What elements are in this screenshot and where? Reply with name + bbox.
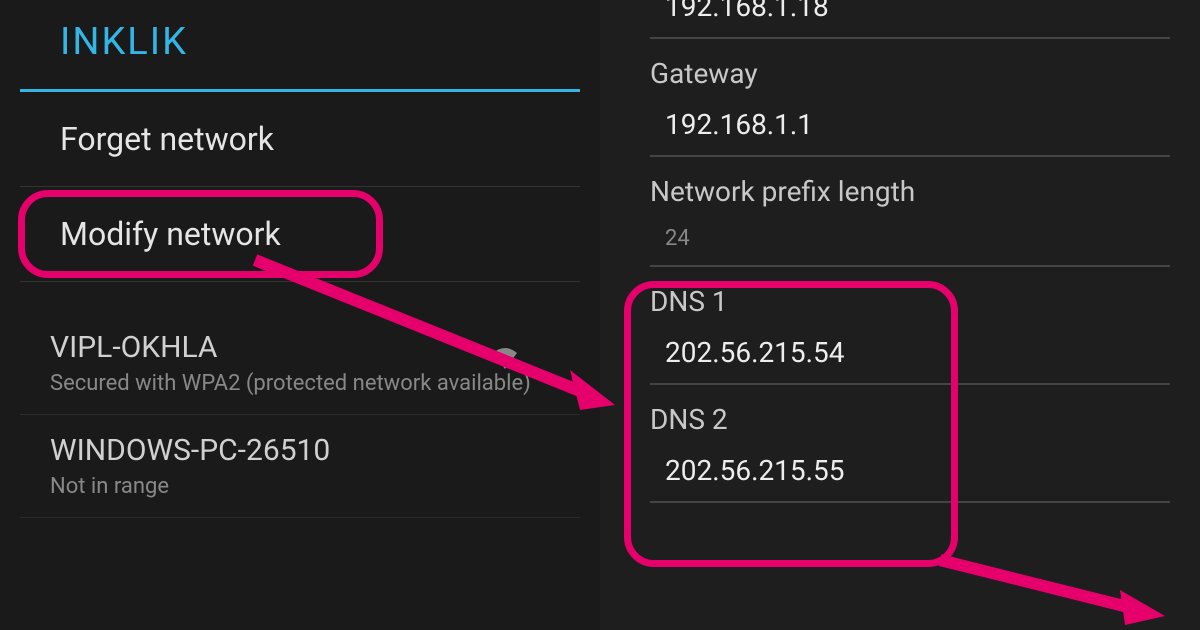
dns1-input[interactable]: 202.56.215.54 (650, 326, 1170, 385)
wifi-status: Not in range (50, 474, 550, 499)
modify-network-item[interactable]: Modify network (20, 187, 580, 282)
gateway-field: Gateway 192.168.1.1 (650, 57, 1170, 157)
selected-network-name: INKLIK (20, 0, 580, 92)
prefix-length-input[interactable]: 24 (650, 216, 1170, 267)
prefix-length-field: Network prefix length 24 (650, 175, 1170, 267)
forget-network-label: Forget network (60, 120, 274, 158)
ip-settings-panel: 192.168.1.18 Gateway 192.168.1.1 Network… (600, 0, 1200, 630)
gateway-label: Gateway (650, 57, 1170, 90)
wifi-list-item[interactable]: VIPL-OKHLA Secured with WPA2 (protected … (20, 312, 580, 415)
wifi-signal-icon (490, 347, 520, 375)
gateway-input[interactable]: 192.168.1.1 (650, 98, 1170, 157)
wifi-context-menu-panel: INKLIK Forget network Modify network VIP… (0, 0, 600, 630)
dns2-input[interactable]: 202.56.215.55 (650, 444, 1170, 503)
forget-network-item[interactable]: Forget network (20, 92, 580, 187)
ip-address-input[interactable]: 192.168.1.18 (650, 0, 1170, 39)
ip-address-field: 192.168.1.18 (650, 0, 1170, 39)
wifi-network-list: VIPL-OKHLA Secured with WPA2 (protected … (0, 312, 600, 518)
dns2-label: DNS 2 (650, 403, 1170, 436)
dns1-field: DNS 1 202.56.215.54 (650, 285, 1170, 385)
dns1-label: DNS 1 (650, 285, 1170, 318)
modify-network-label: Modify network (60, 215, 281, 253)
dns2-field: DNS 2 202.56.215.55 (650, 403, 1170, 503)
wifi-status: Secured with WPA2 (protected network ava… (50, 371, 550, 396)
prefix-length-label: Network prefix length (650, 175, 1170, 208)
wifi-name: WINDOWS-PC-26510 (50, 433, 550, 468)
wifi-list-item[interactable]: WINDOWS-PC-26510 Not in range (20, 415, 580, 518)
wifi-name: VIPL-OKHLA (50, 330, 550, 365)
